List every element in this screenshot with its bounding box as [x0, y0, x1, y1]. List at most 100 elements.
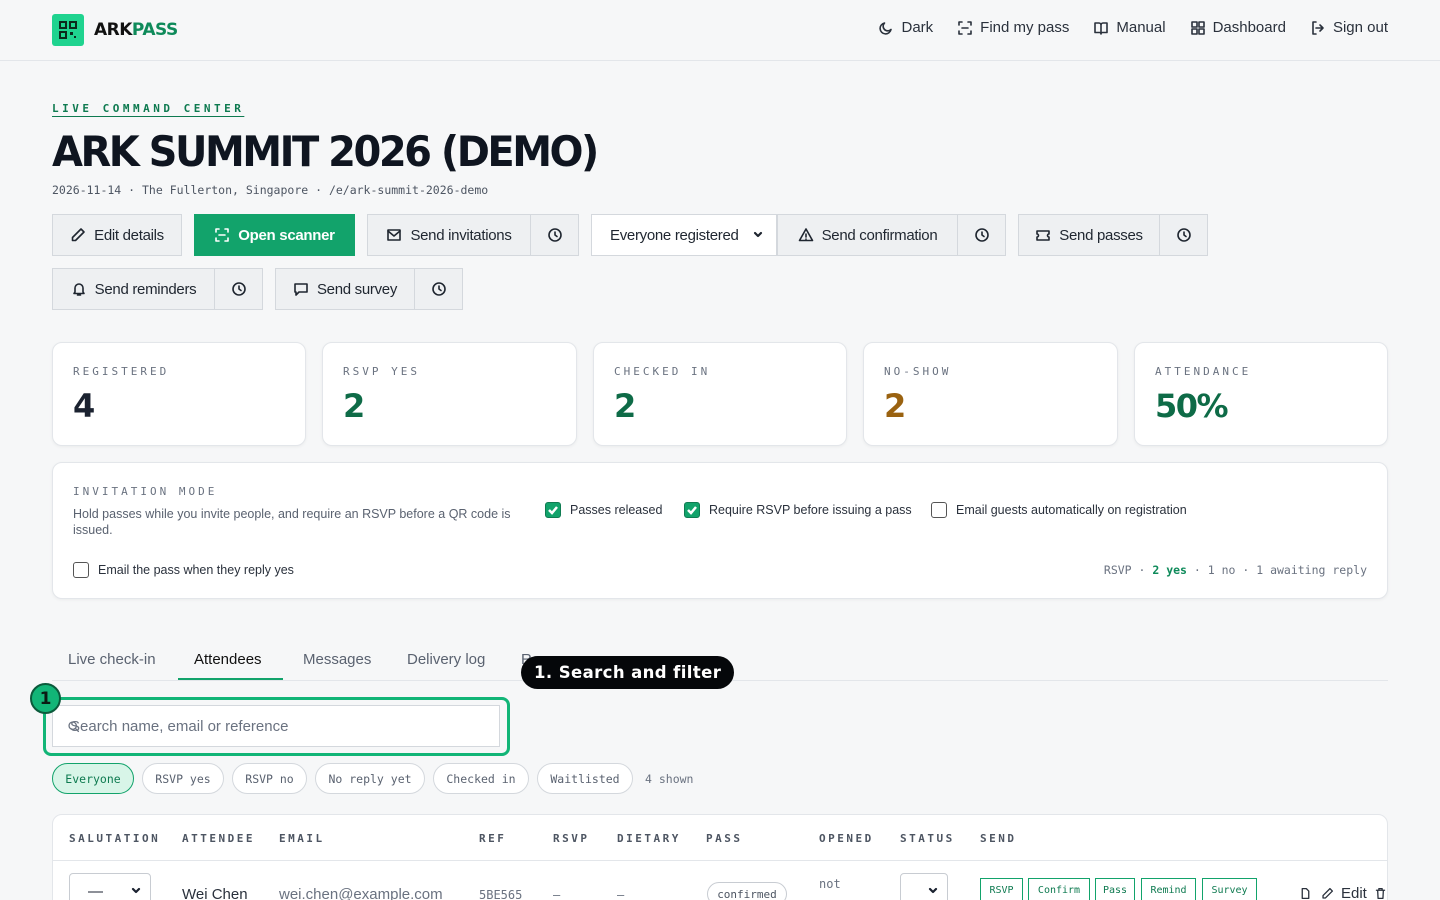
brand-logo[interactable]: ARKPASS [52, 14, 178, 46]
annotation-tooltip: 1. Search and filter [521, 656, 735, 689]
rsvp-summary: RSVP · 2 yes · 1 no · 1 awaiting reply [1103, 563, 1367, 577]
trash-icon[interactable] [1373, 886, 1389, 900]
attendees-table: SALUTATION ATTENDEE EMAIL REF RSVP DIETA… [52, 814, 1388, 900]
clock-icon [1176, 227, 1192, 243]
annotation-step-badge: 1 [30, 683, 61, 714]
email-pass-checkbox[interactable]: Email the pass when they reply yes [73, 562, 294, 578]
send-confirmation-button[interactable]: Send confirmation [777, 214, 958, 256]
send-survey-button[interactable]: Send survey [275, 268, 415, 310]
checkbox-label: Email the pass when they reply yes [98, 563, 294, 577]
stat-rsvp-yes: RSVP YES 2 [322, 342, 577, 446]
status-select[interactable] [900, 873, 948, 900]
clock-icon [231, 281, 247, 297]
send-passes-button[interactable]: Send passes [1018, 214, 1160, 256]
open-scanner-button[interactable]: Open scanner [194, 214, 355, 256]
checkbox-label: Require RSVP before issuing a pass [709, 503, 912, 517]
chevron-down-icon [128, 883, 144, 899]
top-nav: Dark Find my pass Manual Dashboard Sign … [878, 19, 1388, 36]
stat-label: NO-SHOW [884, 365, 952, 378]
clock-icon [974, 227, 990, 243]
column-header: DIETARY [617, 832, 681, 845]
stat-attendance: ATTENDANCE 50% [1134, 342, 1388, 446]
column-header: STATUS [900, 832, 955, 845]
stat-label: ATTENDANCE [1155, 365, 1252, 378]
send-reminders-label: Send reminders [94, 280, 197, 298]
tab-live-check-in[interactable]: Live check-in [68, 651, 156, 668]
checkbox-label: Passes released [570, 503, 663, 517]
sign-out-link[interactable]: Sign out [1310, 19, 1388, 36]
stat-value: 4 [73, 387, 95, 425]
schedule-invitations-button[interactable] [530, 214, 579, 256]
scan-icon [957, 20, 973, 36]
send-invitations-button[interactable]: Send invitations [367, 214, 531, 256]
open-scanner-label: Open scanner [238, 226, 335, 244]
require-rsvp-checkbox[interactable]: Require RSVP before issuing a pass [684, 502, 912, 518]
schedule-passes-button[interactable] [1159, 214, 1208, 256]
logout-icon [1310, 20, 1326, 36]
event-meta: 2026-11-14 · The Fullerton, Singapore · … [52, 183, 489, 197]
dashboard-link[interactable]: Dashboard [1190, 19, 1286, 36]
edit-details-label: Edit details [94, 226, 164, 244]
audience-value: Everyone registered [610, 226, 739, 244]
send-passes-label: Send passes [1059, 226, 1143, 244]
dashboard-label: Dashboard [1212, 19, 1286, 36]
filter-waitlisted[interactable]: Waitlisted [537, 763, 633, 794]
dark-mode-label: Dark [901, 19, 934, 36]
column-header: PASS [706, 832, 743, 845]
tab-attendees[interactable]: Attendees [194, 651, 262, 668]
checkbox-checked-icon [545, 502, 561, 518]
column-header: EMAIL [279, 832, 325, 845]
attendee-name: Wei Chen [182, 886, 248, 900]
pencil-icon[interactable] [1319, 886, 1335, 900]
send-reminders-button[interactable]: Send reminders [52, 268, 215, 310]
stat-label: RSVP YES [343, 365, 420, 378]
filter-no-reply[interactable]: No reply yet [315, 763, 425, 794]
document-icon[interactable] [1297, 886, 1313, 900]
schedule-reminders-button[interactable] [214, 268, 263, 310]
send-remind-button[interactable]: Remind [1141, 878, 1196, 900]
manual-link[interactable]: Manual [1093, 19, 1166, 36]
email-auto-checkbox[interactable]: Email guests automatically on registrati… [931, 502, 1187, 518]
invitation-mode-panel: INVITATION MODE Hold passes while you in… [52, 462, 1388, 599]
send-pass-button[interactable]: Pass [1095, 878, 1135, 900]
schedule-confirmation-button[interactable] [957, 214, 1006, 256]
column-header: SEND [980, 832, 1017, 845]
opened-status: not [819, 877, 841, 891]
edit-row-button[interactable]: Edit [1341, 885, 1367, 900]
manual-label: Manual [1116, 19, 1166, 36]
attendee-email: wei.chen@example.com [279, 886, 443, 900]
checkbox-unchecked-icon [73, 562, 89, 578]
stat-label: REGISTERED [73, 365, 170, 378]
filter-everyone[interactable]: Everyone [52, 763, 134, 794]
stat-value: 2 [614, 387, 636, 425]
page-title: ARK SUMMIT 2026 (DEMO) [52, 128, 599, 177]
filter-rsvp-no[interactable]: RSVP no [232, 763, 307, 794]
tab-messages[interactable]: Messages [303, 651, 371, 668]
salutation-select[interactable]: — [69, 873, 151, 900]
filter-checked-in[interactable]: Checked in [433, 763, 529, 794]
filter-rsvp-yes[interactable]: RSVP yes [142, 763, 224, 794]
schedule-survey-button[interactable] [414, 268, 463, 310]
bell-icon [71, 281, 87, 297]
send-invitations-label: Send invitations [410, 226, 512, 244]
stat-label: CHECKED IN [614, 365, 711, 378]
row-actions: Edit [1297, 885, 1389, 900]
stat-value: 2 [884, 387, 906, 425]
tab-delivery-log[interactable]: Delivery log [407, 651, 485, 668]
stat-registered: REGISTERED 4 [52, 342, 306, 446]
audience-select[interactable]: Everyone registered [591, 214, 777, 256]
send-confirm-button[interactable]: Confirm [1028, 878, 1090, 900]
book-icon [1093, 20, 1109, 36]
edit-details-button[interactable]: Edit details [52, 214, 182, 256]
find-pass-label: Find my pass [980, 19, 1070, 36]
dark-mode-toggle[interactable]: Dark [878, 19, 933, 36]
brand-name: ARKPASS [94, 20, 178, 40]
find-pass-link[interactable]: Find my pass [957, 19, 1069, 36]
passes-released-checkbox[interactable]: Passes released [545, 502, 662, 518]
invitation-mode-label: INVITATION MODE [73, 485, 218, 498]
invitation-mode-description: Hold passes while you invite people, and… [73, 507, 511, 537]
send-rsvp-button[interactable]: RSVP [980, 878, 1023, 900]
column-header: REF [479, 832, 507, 845]
chevron-down-icon [750, 227, 766, 243]
send-survey-row-button[interactable]: Survey [1202, 878, 1257, 900]
